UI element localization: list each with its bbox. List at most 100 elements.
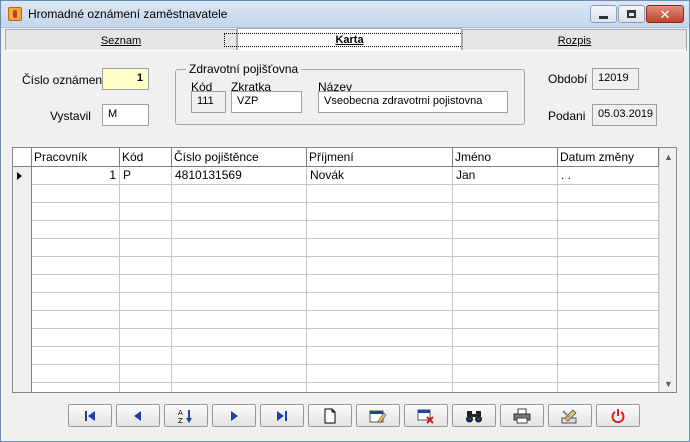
table-cell[interactable] [120, 275, 172, 293]
table-cell[interactable]: P [120, 167, 172, 185]
table-cell[interactable] [120, 383, 172, 392]
new-record-button[interactable] [308, 404, 352, 427]
table-cell[interactable] [32, 329, 120, 347]
row-indicator[interactable] [13, 203, 32, 221]
table-cell[interactable] [558, 185, 659, 203]
table-cell[interactable]: Novák [307, 167, 453, 185]
table-cell[interactable] [120, 347, 172, 365]
table-row[interactable] [13, 257, 659, 275]
table-row[interactable] [13, 347, 659, 365]
table-cell[interactable]: 1 [32, 167, 120, 185]
table-cell[interactable] [120, 185, 172, 203]
table-cell[interactable] [172, 185, 307, 203]
table-cell[interactable] [307, 257, 453, 275]
table-cell[interactable]: . . [558, 167, 659, 185]
search-button[interactable] [452, 404, 496, 427]
table-cell[interactable] [558, 365, 659, 383]
row-indicator[interactable] [13, 311, 32, 329]
employees-grid[interactable]: Pracovník Kód Číslo pojištěnce Příjmení Jmén… [12, 147, 677, 393]
table-cell[interactable] [120, 311, 172, 329]
vertical-scrollbar[interactable]: ▲ ▼ [659, 148, 676, 392]
table-cell[interactable] [32, 293, 120, 311]
row-indicator[interactable] [13, 275, 32, 293]
table-cell[interactable] [453, 347, 558, 365]
row-indicator[interactable] [13, 257, 32, 275]
table-row[interactable] [13, 293, 659, 311]
column-header[interactable]: Datum změny [558, 148, 659, 167]
table-cell[interactable] [120, 257, 172, 275]
table-cell[interactable] [120, 293, 172, 311]
nazev-field[interactable]: Vseobecna zdravotmi pojistovna [318, 91, 508, 113]
table-cell[interactable] [172, 221, 307, 239]
table-cell[interactable] [307, 293, 453, 311]
table-cell[interactable] [307, 365, 453, 383]
table-cell[interactable] [453, 203, 558, 221]
row-indicator[interactable] [13, 365, 32, 383]
table-row[interactable] [13, 275, 659, 293]
table-cell[interactable] [453, 185, 558, 203]
table-cell[interactable] [307, 221, 453, 239]
table-row[interactable] [13, 239, 659, 257]
row-indicator[interactable] [13, 221, 32, 239]
row-indicator[interactable] [13, 293, 32, 311]
table-cell[interactable]: Jan [453, 167, 558, 185]
table-cell[interactable] [32, 185, 120, 203]
tab-karta[interactable]: Karta [224, 28, 475, 51]
row-indicator[interactable] [13, 167, 32, 185]
table-cell[interactable] [558, 311, 659, 329]
table-cell[interactable] [307, 347, 453, 365]
table-cell[interactable] [307, 275, 453, 293]
column-header[interactable]: Pracovník [32, 148, 120, 167]
table-cell[interactable] [172, 347, 307, 365]
first-record-button[interactable] [68, 404, 112, 427]
table-cell[interactable] [172, 275, 307, 293]
table-cell[interactable] [558, 293, 659, 311]
prev-record-button[interactable] [116, 404, 160, 427]
sort-button[interactable]: AZ [164, 404, 208, 427]
cislo-field[interactable]: 1 [102, 68, 149, 90]
table-cell[interactable] [120, 203, 172, 221]
table-cell[interactable] [32, 221, 120, 239]
table-cell[interactable] [172, 365, 307, 383]
table-cell[interactable] [32, 239, 120, 257]
table-row[interactable] [13, 185, 659, 203]
row-indicator[interactable] [13, 239, 32, 257]
table-cell[interactable] [172, 257, 307, 275]
tools-button[interactable] [548, 404, 592, 427]
print-button[interactable] [500, 404, 544, 427]
table-cell[interactable] [32, 311, 120, 329]
table-cell[interactable] [307, 203, 453, 221]
table-cell[interactable] [558, 275, 659, 293]
tab-seznam[interactable]: Seznam [5, 29, 237, 51]
table-cell[interactable] [558, 221, 659, 239]
table-cell[interactable] [307, 311, 453, 329]
table-cell[interactable] [120, 239, 172, 257]
table-cell[interactable] [32, 203, 120, 221]
table-cell[interactable] [558, 203, 659, 221]
scroll-down-icon[interactable]: ▼ [660, 375, 676, 392]
table-row[interactable] [13, 329, 659, 347]
table-row[interactable] [13, 203, 659, 221]
table-row[interactable] [13, 365, 659, 383]
table-row[interactable] [13, 383, 659, 392]
table-row[interactable] [13, 311, 659, 329]
podani-field[interactable]: 05.03.2019 [592, 104, 657, 126]
scroll-up-icon[interactable]: ▲ [660, 148, 676, 165]
table-cell[interactable] [32, 383, 120, 392]
table-cell[interactable]: 4810131569 [172, 167, 307, 185]
table-cell[interactable] [558, 383, 659, 392]
row-indicator[interactable] [13, 185, 32, 203]
table-cell[interactable] [453, 365, 558, 383]
table-cell[interactable] [32, 347, 120, 365]
minimize-button[interactable] [590, 5, 617, 23]
close-button[interactable]: ✕ [646, 5, 684, 23]
table-cell[interactable] [172, 311, 307, 329]
table-cell[interactable] [307, 383, 453, 392]
column-header[interactable]: Jméno [453, 148, 558, 167]
table-cell[interactable] [120, 329, 172, 347]
table-row[interactable] [13, 221, 659, 239]
table-cell[interactable] [172, 383, 307, 392]
exit-button[interactable] [596, 404, 640, 427]
last-record-button[interactable] [260, 404, 304, 427]
table-cell[interactable] [120, 365, 172, 383]
